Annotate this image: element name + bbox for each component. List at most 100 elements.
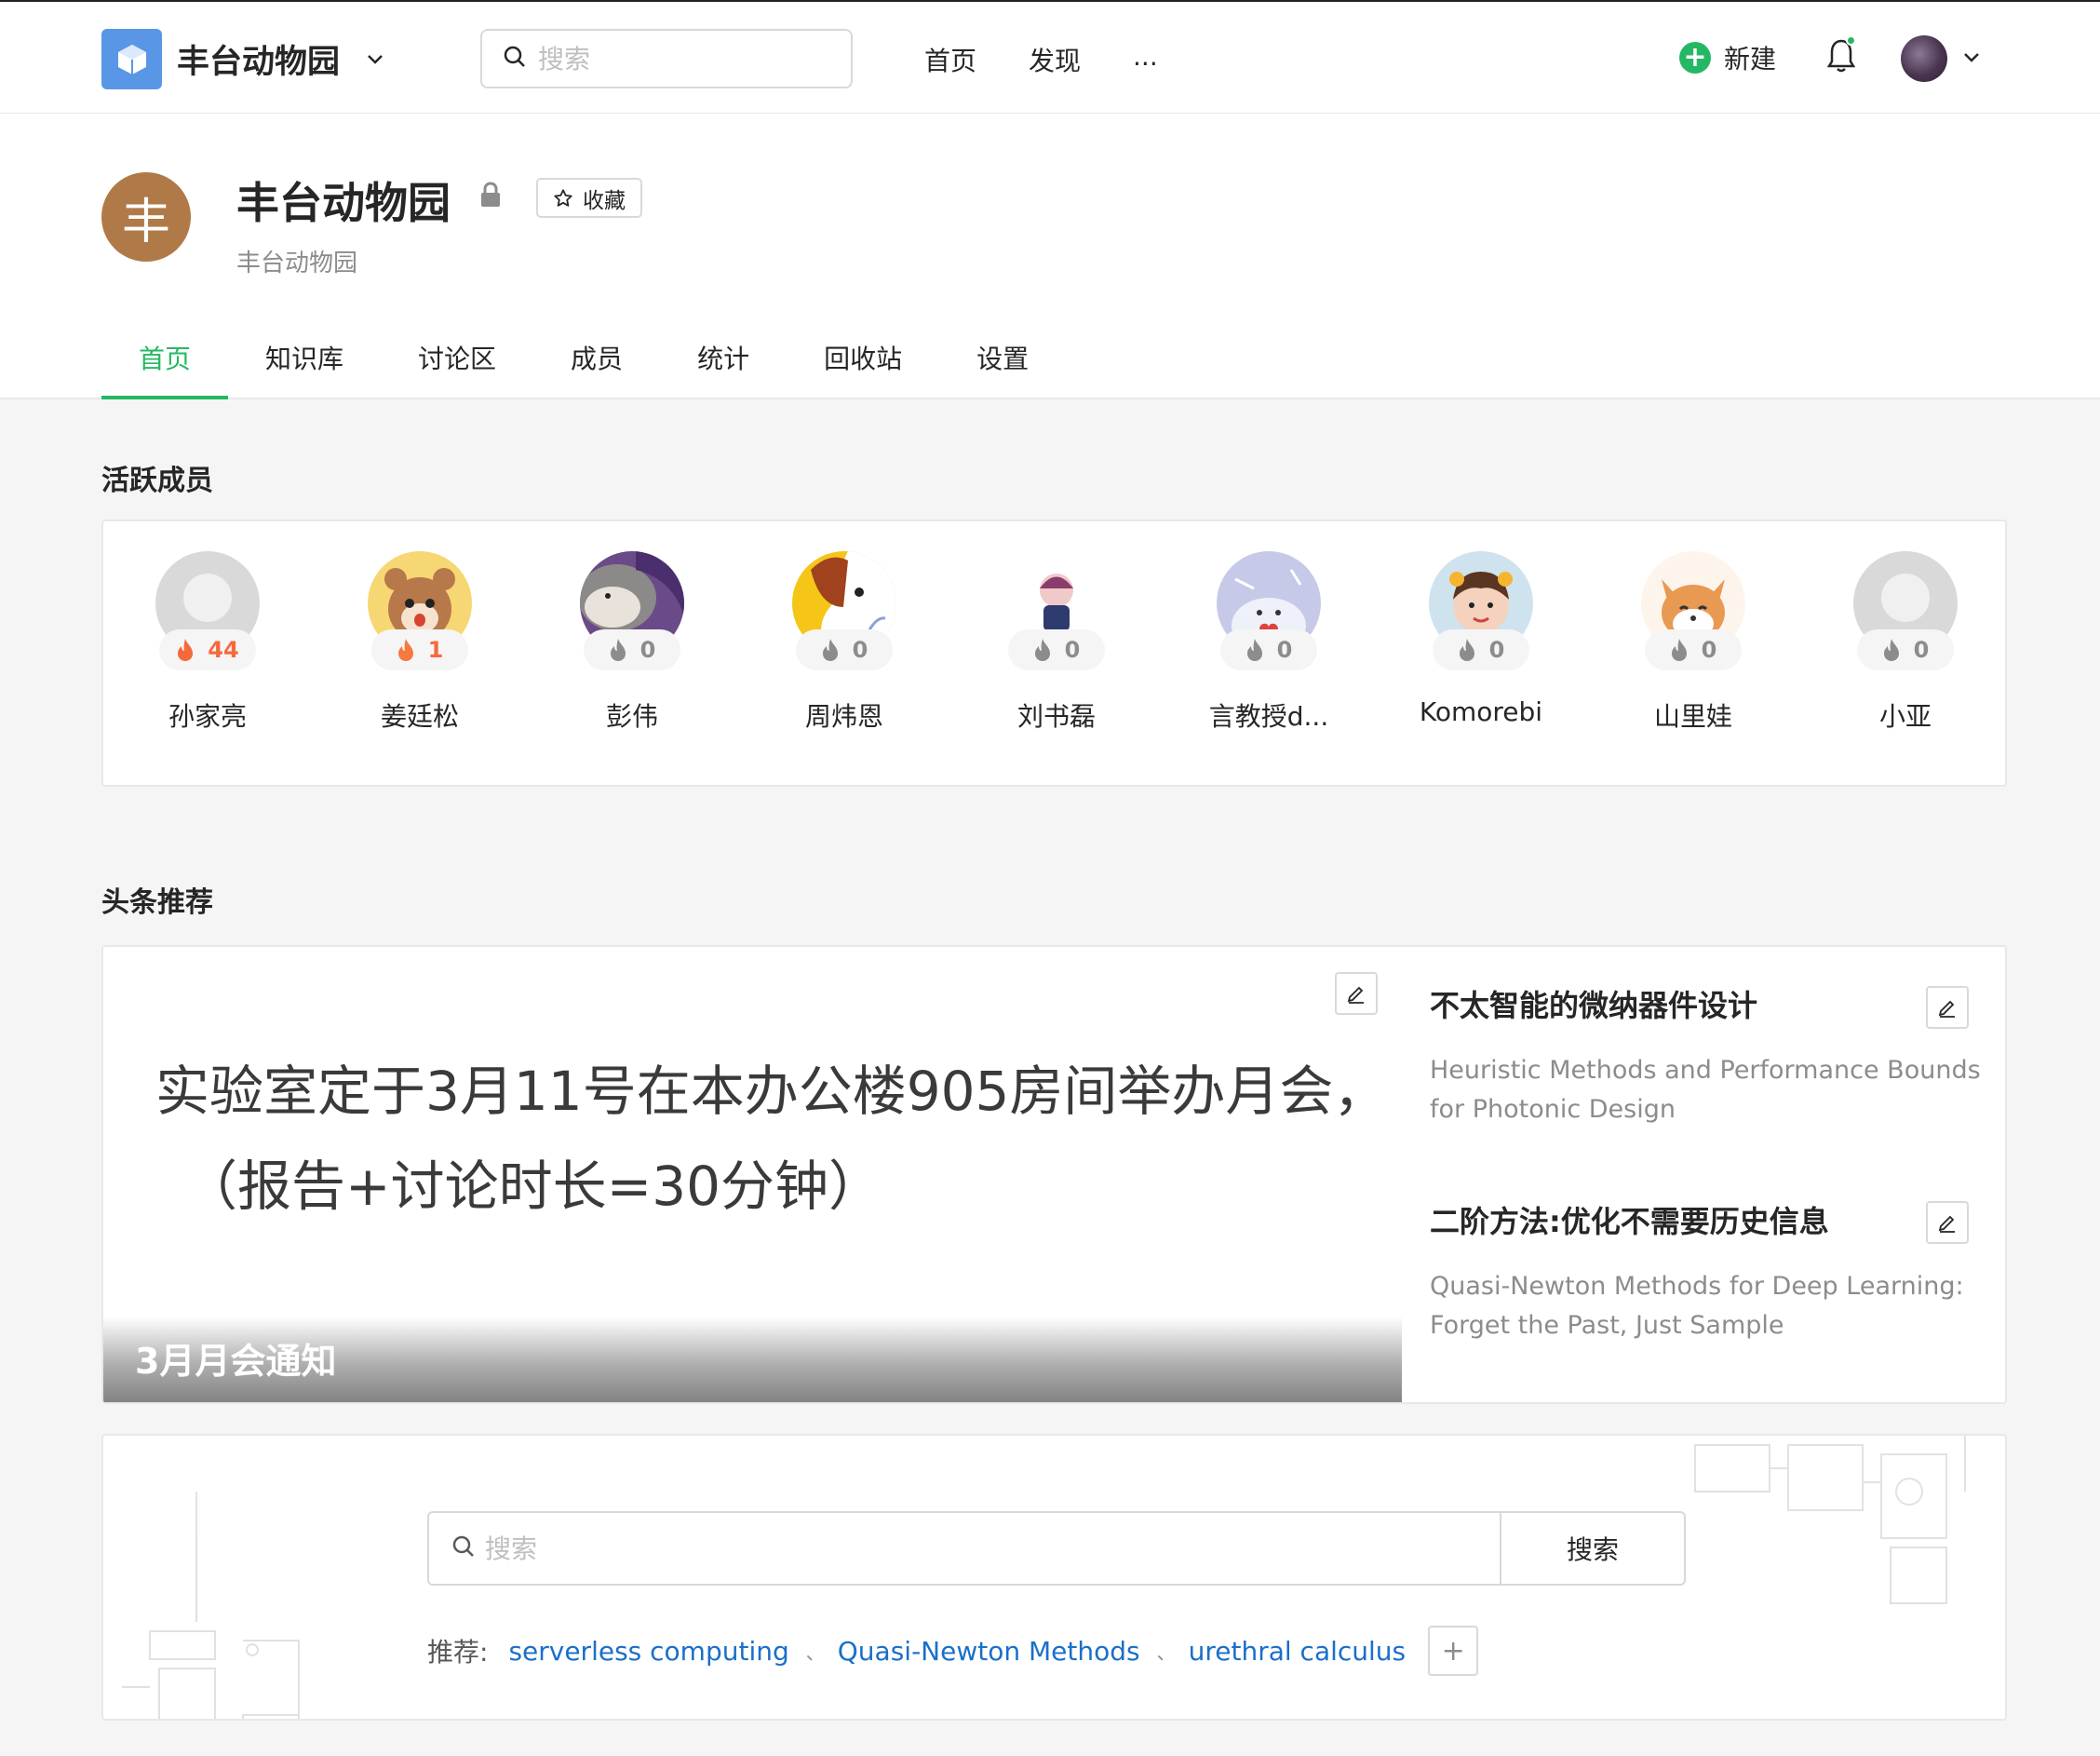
edit-headline-button[interactable] (1926, 986, 1969, 1029)
org-switcher[interactable]: 丰台动物园 (177, 35, 384, 83)
flame-icon (1034, 639, 1050, 661)
search-recommendations: 推荐: serverless computing 、 Quasi-Newton … (427, 1626, 1479, 1676)
pencil-icon (1347, 986, 1364, 1004)
activity-badge: 0 (1857, 629, 1954, 670)
nav-more[interactable]: ... (1133, 41, 1158, 78)
activity-badge: 0 (796, 629, 893, 670)
recommend-link[interactable]: urethral calculus (1189, 1636, 1407, 1667)
chevron-down-icon (1962, 50, 1981, 68)
headline-item[interactable]: 二阶方法:优化不需要历史信息 Quasi-Newton Methods for … (1430, 1198, 1988, 1345)
new-button[interactable]: + 新建 (1679, 39, 1776, 76)
activity-badge: 0 (584, 629, 680, 670)
headlines-title: 头条推荐 (101, 886, 213, 919)
activity-score: 0 (1064, 637, 1081, 663)
activity-score: 0 (1488, 637, 1505, 663)
favorite-button[interactable]: 收藏 (536, 178, 642, 218)
edit-headline-button[interactable] (1926, 1201, 1969, 1244)
org-name: 丰台动物园 (177, 44, 341, 81)
member-item[interactable]: 0 周炜恩 (770, 551, 919, 734)
member-item[interactable]: 0 小亚 (1831, 551, 1980, 734)
member-name: 彭伟 (605, 701, 658, 732)
member-name: 孙家亮 (168, 701, 247, 732)
activity-badge: 1 (371, 629, 468, 670)
knowledge-search-input[interactable] (485, 1533, 1416, 1564)
top-nav: 首页 发现 ... (924, 41, 1210, 78)
new-button-label: 新建 (1724, 44, 1777, 74)
activity-badge: 44 (159, 629, 256, 670)
active-members-card: 44 孙家亮 1 姜廷松 0 彭伟 0 周炜恩 0 刘书磊 0 言教授d... … (101, 520, 2007, 787)
group-tabs: 首页 知识库 讨论区 成员 统计 回收站 设置 (101, 337, 1066, 399)
headline-description: Heuristic Methods and Performance Bounds… (1430, 1056, 1981, 1124)
group-avatar: 丰 (101, 172, 191, 262)
featured-image-text: 实验室定于3月11号在本办公楼905房间举办月会， （报告+讨论时长=30分钟） (155, 1045, 1387, 1234)
flame-icon (1459, 639, 1474, 661)
pencil-icon (1938, 1000, 1955, 1018)
member-item[interactable]: 0 山里娃 (1619, 551, 1768, 734)
nav-home[interactable]: 首页 (924, 41, 976, 78)
featured-text-line-2: （报告+讨论时长=30分钟） (183, 1154, 882, 1218)
add-recommendation-button[interactable]: + (1428, 1626, 1479, 1676)
activity-score: 1 (427, 637, 444, 663)
headlines-card: 实验室定于3月11号在本办公楼905房间举办月会， （报告+讨论时长=30分钟）… (101, 945, 2007, 1404)
lock-icon (478, 181, 503, 212)
member-item[interactable]: 0 Komorebi (1407, 551, 1555, 727)
recommend-link[interactable]: Quasi-Newton Methods (838, 1636, 1140, 1667)
member-name: 言教授d... (1208, 701, 1329, 732)
member-item[interactable]: 1 姜廷松 (345, 551, 494, 734)
activity-badge: 0 (1220, 629, 1317, 670)
activity-score: 0 (1276, 637, 1293, 663)
group-subtitle: 丰台动物园 (236, 250, 358, 277)
recommend-link[interactable]: serverless computing (508, 1636, 788, 1667)
top-search-input[interactable] (538, 43, 836, 74)
tab-discussion[interactable]: 讨论区 (381, 337, 533, 399)
decorative-illustration (1694, 1436, 1966, 1604)
flame-icon (1246, 639, 1262, 661)
edit-featured-button[interactable] (1335, 972, 1378, 1015)
knowledge-search-field[interactable] (427, 1511, 1500, 1586)
member-item[interactable]: 0 刘书磊 (982, 551, 1131, 734)
active-members-title: 活跃成员 (101, 465, 213, 497)
flame-icon (397, 639, 413, 661)
headline-title: 二阶方法:优化不需要历史信息 (1430, 1204, 1829, 1239)
flame-icon (822, 639, 838, 661)
featured-headline[interactable]: 实验室定于3月11号在本办公楼905房间举办月会， （报告+讨论时长=30分钟）… (103, 947, 1402, 1402)
favorite-label: 收藏 (583, 188, 626, 213)
member-name: 山里娃 (1653, 701, 1732, 732)
tab-settings[interactable]: 设置 (939, 337, 1066, 399)
knowledge-search-bar: 搜索 (427, 1511, 1686, 1586)
flame-icon (1671, 639, 1687, 661)
tab-members[interactable]: 成员 (533, 337, 660, 399)
headline-item[interactable]: 不太智能的微纳器件设计 Heuristic Methods and Perfor… (1430, 982, 1988, 1129)
headline-title: 不太智能的微纳器件设计 (1430, 988, 1758, 1023)
member-item[interactable]: 0 言教授d... (1194, 551, 1343, 734)
user-menu[interactable] (1901, 35, 1981, 82)
member-item[interactable]: 0 彭伟 (558, 551, 707, 734)
notification-bell-icon[interactable] (1826, 35, 1856, 78)
search-card: 搜索 推荐: serverless computing 、 Quasi-Newt… (101, 1434, 2007, 1721)
pencil-icon (1938, 1215, 1955, 1233)
notification-dot (1846, 35, 1856, 46)
nav-discover[interactable]: 发现 (1029, 41, 1081, 78)
member-item[interactable]: 44 孙家亮 (133, 551, 282, 734)
plus-circle-icon: + (1679, 42, 1711, 74)
top-navigation-bar: 丰台动物园 首页 发现 ... + 新建 (0, 0, 2100, 114)
activity-badge: 0 (1645, 629, 1742, 670)
tab-knowledge-base[interactable]: 知识库 (228, 337, 381, 399)
user-avatar (1901, 35, 1947, 82)
member-name: 刘书磊 (1016, 701, 1096, 732)
tab-recycle-bin[interactable]: 回收站 (787, 337, 939, 399)
tab-statistics[interactable]: 统计 (660, 337, 787, 399)
headline-description: Quasi-Newton Methods for Deep Learning: … (1430, 1272, 1964, 1340)
org-logo-icon[interactable] (101, 29, 162, 89)
tab-home[interactable]: 首页 (101, 337, 229, 399)
activity-score: 0 (1913, 637, 1930, 663)
activity-score: 0 (639, 637, 656, 663)
chevron-down-icon (366, 53, 384, 66)
top-search-box[interactable] (480, 29, 853, 88)
group-title: 丰台动物园 (236, 178, 451, 228)
decorative-illustration (122, 1492, 300, 1719)
activity-badge: 0 (1433, 629, 1529, 670)
activity-score: 44 (208, 637, 239, 663)
search-button[interactable]: 搜索 (1500, 1511, 1686, 1586)
featured-caption: 3月月会通知 (135, 1341, 337, 1382)
